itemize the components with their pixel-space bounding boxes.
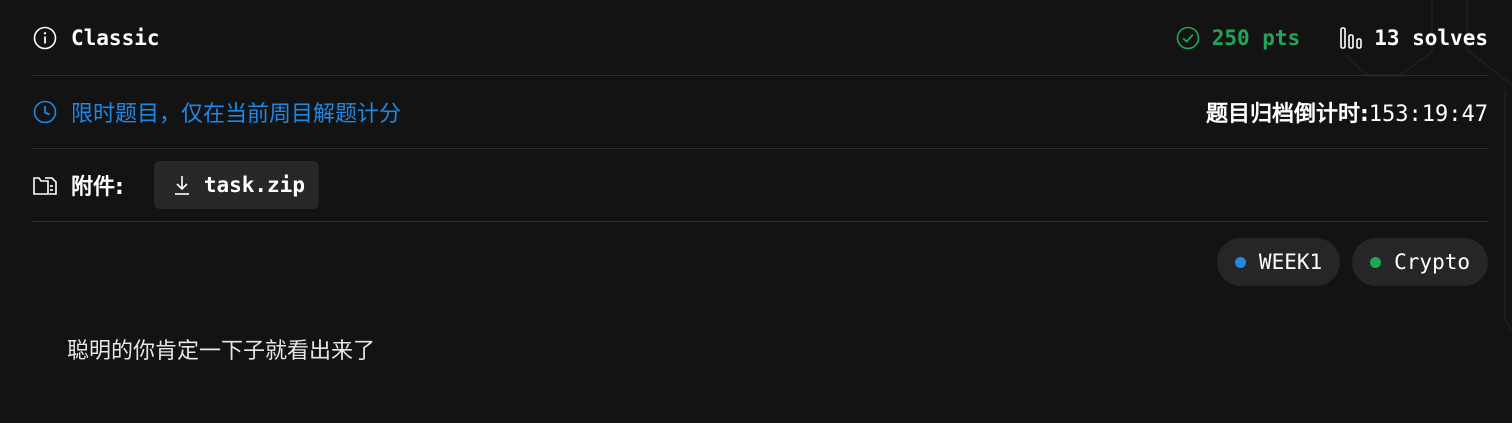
archive-countdown: 题目归档倒计时:153:19:47 <box>1206 96 1488 128</box>
attachment-row: 附件: task.zip <box>31 149 1488 222</box>
tag-dot <box>1234 256 1246 268</box>
check-circle-icon <box>1174 24 1202 52</box>
tag-label: WEEK1 <box>1258 250 1323 274</box>
challenge-title: Classic <box>71 25 160 50</box>
challenge-description: 聪明的你肯定一下子就看出来了 <box>67 339 376 364</box>
challenge-info-panel: Classic 250 pts 13 solves 限时题目，仅在当前周目解题计… <box>31 0 1488 364</box>
download-attachment-button[interactable]: task.zip <box>153 161 319 209</box>
tag-list: WEEK1 Crypto <box>1205 238 1488 286</box>
tag-crypto[interactable]: Crypto <box>1352 238 1488 286</box>
attachment-label: 附件: <box>71 175 124 200</box>
info-icon <box>31 24 59 52</box>
countdown-label: 题目归档倒计时: <box>1205 102 1369 127</box>
bar-chart-icon <box>1338 24 1366 52</box>
solves-value: 13 solves <box>1374 25 1488 50</box>
tag-week1[interactable]: WEEK1 <box>1216 238 1341 286</box>
tag-dot <box>1370 256 1382 268</box>
countdown-value: 153:19:47 <box>1368 102 1488 127</box>
folder-file-icon <box>31 171 59 199</box>
points-display: 250 pts <box>1174 24 1301 52</box>
download-icon <box>168 171 196 199</box>
points-value: 250 pts <box>1211 25 1301 50</box>
header-row: Classic 250 pts 13 solves <box>31 0 1488 76</box>
solves-display: 13 solves <box>1338 24 1488 52</box>
tag-label: Crypto <box>1394 250 1470 274</box>
clock-icon <box>31 98 59 126</box>
challenge-detail-page: Classic 250 pts 13 solves 限时题目，仅在当前周目解题计… <box>0 0 1512 423</box>
timed-row: 限时题目，仅在当前周目解题计分 题目归档倒计时:153:19:47 <box>31 76 1488 149</box>
timed-notice: 限时题目，仅在当前周目解题计分 <box>71 102 402 127</box>
attachment-filename: task.zip <box>203 173 305 197</box>
